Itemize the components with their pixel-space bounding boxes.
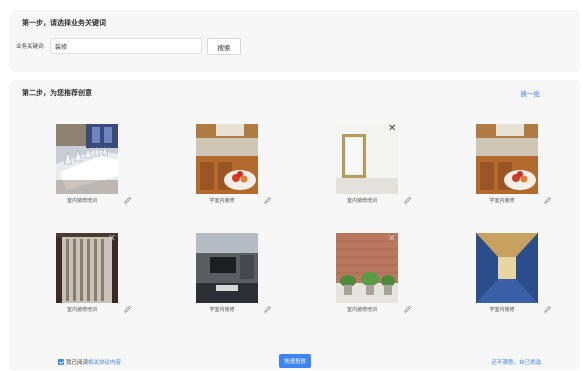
- creative-card[interactable]: 学室内装修: [162, 233, 282, 338]
- creative-card[interactable]: ✕ 室内装修培训: [302, 233, 422, 338]
- creative-caption: 学室内装修: [489, 307, 515, 313]
- creative-card[interactable]: 学室内装修: [442, 233, 562, 338]
- creative-card[interactable]: 学室内装修: [162, 124, 282, 229]
- creative-card[interactable]: ✕ 室内装修培训: [22, 233, 142, 338]
- creative-image-kitchen[interactable]: [196, 124, 258, 194]
- creative-image-mirror-frame[interactable]: [336, 124, 398, 194]
- close-icon[interactable]: ✕: [388, 234, 396, 243]
- creative-image-wooden-door[interactable]: [56, 233, 118, 303]
- close-icon[interactable]: ✕: [108, 234, 116, 243]
- edit-icon[interactable]: [403, 196, 412, 205]
- creative-card[interactable]: 室内装修培训: [22, 124, 142, 229]
- quick-launch-button[interactable]: 快速投放: [279, 354, 311, 368]
- edit-icon[interactable]: [263, 196, 272, 205]
- keyword-input[interactable]: [50, 38, 202, 54]
- agreement-row: 我已阅读 相关协议内容: [58, 358, 121, 366]
- self-select-link[interactable]: 还不满意，自己挑选: [491, 358, 541, 366]
- agree-checkbox[interactable]: [58, 359, 64, 365]
- creative-caption: 室内装修培训: [346, 307, 377, 313]
- creative-image-kitchen[interactable]: [476, 124, 538, 194]
- step2-panel: 第二步，为您推荐创意 换一批 室内装修培训 学室内装修 ✕ 室内装修培训 学室内…: [10, 80, 580, 370]
- step2-title: 第二步，为您推荐创意: [22, 90, 92, 97]
- refresh-link[interactable]: 换一批: [521, 88, 541, 98]
- edit-icon[interactable]: [263, 305, 272, 314]
- creative-caption: 室内装修培训: [66, 198, 97, 204]
- edit-icon[interactable]: [403, 305, 412, 314]
- creative-image-blue-corridor[interactable]: [476, 233, 538, 303]
- close-icon[interactable]: ✕: [388, 124, 396, 134]
- creative-image-living-room-tv[interactable]: [196, 233, 258, 303]
- creative-image-dining-room[interactable]: [56, 124, 118, 194]
- creative-caption: 室内装修培训: [66, 307, 97, 313]
- edit-icon[interactable]: [123, 196, 132, 205]
- edit-icon[interactable]: [543, 305, 552, 314]
- creative-caption: 学室内装修: [209, 198, 235, 204]
- agree-text: 我已阅读: [66, 360, 89, 366]
- step1-panel: 第一步，请选择业务关键词 业务关键词: 搜索: [10, 10, 580, 72]
- edit-icon[interactable]: [543, 196, 552, 205]
- agreement-link[interactable]: 相关协议内容: [88, 358, 121, 366]
- keyword-label: 业务关键词:: [16, 44, 46, 50]
- creative-caption: 学室内装修: [489, 198, 515, 204]
- creative-caption: 学室内装修: [209, 307, 235, 313]
- creative-card[interactable]: ✕ 室内装修培训: [302, 124, 422, 229]
- creative-caption: 室内装修培训: [346, 198, 377, 204]
- creative-image-brick-wall-plants[interactable]: [336, 233, 398, 303]
- edit-icon[interactable]: [123, 305, 132, 314]
- step1-title: 第一步，请选择业务关键词: [22, 20, 106, 27]
- creative-card[interactable]: 学室内装修: [442, 124, 562, 229]
- search-button[interactable]: 搜索: [207, 38, 241, 55]
